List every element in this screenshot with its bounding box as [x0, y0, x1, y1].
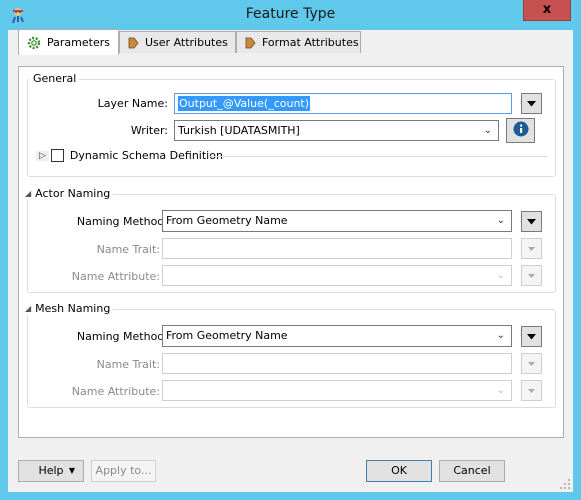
mesh-naming-group-title[interactable]: ◢ Mesh Naming: [22, 302, 114, 315]
writer-info-button[interactable]: [506, 118, 535, 143]
chevron-down-icon: ⌄: [483, 125, 492, 136]
tab-label: Format Attributes: [262, 36, 359, 49]
actor-naming-group-title[interactable]: ◢ Actor Naming: [22, 187, 114, 200]
mesh-naming-method-label: Naming Method:: [76, 330, 168, 343]
actor-naming-method-select[interactable]: From Geometry Name ⌄: [162, 210, 512, 232]
actor-naming-method-label: Naming Method:: [76, 215, 168, 228]
actor-name-trait-input[interactable]: [162, 238, 512, 259]
actor-naming-method-value: From Geometry Name: [166, 214, 288, 227]
close-button[interactable]: x: [523, 0, 571, 21]
group-title-text: Mesh Naming: [35, 302, 111, 315]
collapse-triangle-icon: ◢: [25, 304, 32, 313]
help-button[interactable]: Help ▼: [18, 460, 84, 482]
dropdown-arrow-icon: [527, 215, 536, 228]
actor-naming-method-menu-button[interactable]: [521, 211, 542, 232]
mesh-name-trait-menu-button[interactable]: [521, 353, 542, 374]
apply-to-button[interactable]: Apply to...: [91, 460, 156, 482]
dropdown-arrow-icon: [527, 269, 536, 282]
arrow-tag-icon: [128, 37, 139, 49]
general-group: General Layer Name: Output_@Value(_count…: [27, 72, 556, 177]
gear-icon: [27, 36, 41, 50]
window-title: Feature Type: [245, 6, 336, 22]
tab-format-attributes[interactable]: Format Attributes: [236, 31, 361, 53]
mesh-naming-method-menu-button[interactable]: [521, 326, 542, 347]
layer-name-value: Output_@Value(_count): [178, 96, 311, 111]
mesh-name-trait-label: Name Trait:: [96, 358, 160, 371]
collapse-triangle-icon: ◢: [25, 189, 32, 198]
actor-name-trait-label: Name Trait:: [96, 243, 160, 256]
dynamic-schema-label: Dynamic Schema Definition: [69, 149, 223, 162]
mesh-naming-method-value: From Geometry Name: [166, 329, 288, 342]
general-group-title: General: [30, 72, 80, 85]
tab-parameters[interactable]: Parameters: [18, 29, 119, 55]
dynamic-schema-row: ▷ Dynamic Schema Definition: [36, 149, 223, 162]
dropdown-arrow-icon: [527, 357, 536, 370]
mesh-name-attribute-label: Name Attribute:: [71, 385, 160, 398]
mesh-naming-method-select[interactable]: From Geometry Name ⌄: [162, 325, 512, 347]
layer-name-input[interactable]: Output_@Value(_count): [174, 93, 512, 114]
mesh-name-attribute-select[interactable]: ⌄: [162, 380, 512, 401]
writer-value: Turkish [UDATASMITH]: [178, 124, 300, 137]
chevron-down-icon: ⌄: [496, 330, 505, 341]
actor-name-trait-menu-button[interactable]: [521, 238, 542, 259]
mesh-naming-group: ◢ Mesh Naming Naming Method: From Geomet…: [22, 302, 556, 408]
chevron-down-icon: ⌄: [496, 215, 505, 226]
dropdown-arrow-icon: [527, 97, 536, 110]
actor-name-attribute-menu-button[interactable]: [521, 265, 542, 286]
dropdown-arrow-icon: [527, 242, 536, 255]
expand-triangle-icon[interactable]: ▷: [36, 150, 49, 161]
actor-name-attribute-select[interactable]: ⌄: [162, 265, 512, 286]
dropdown-arrow-icon: ▼: [68, 466, 75, 475]
help-button-label: Help: [38, 464, 64, 477]
parameters-panel: General Layer Name: Output_@Value(_count…: [18, 66, 564, 438]
group-title-text: General: [33, 72, 77, 85]
ok-button[interactable]: OK: [366, 460, 432, 482]
mesh-name-attribute-menu-button[interactable]: [521, 380, 542, 401]
actor-name-attribute-label: Name Attribute:: [71, 270, 160, 283]
dialog-client-area: Parameters User Attributes Format Attrib…: [8, 29, 573, 492]
chevron-down-icon: ⌄: [496, 270, 505, 281]
group-title-text: Actor Naming: [35, 187, 111, 200]
tab-user-attributes[interactable]: User Attributes: [119, 31, 236, 53]
mesh-name-trait-input[interactable]: [162, 353, 512, 374]
tab-label: Parameters: [47, 36, 110, 49]
tab-label: User Attributes: [145, 36, 228, 49]
dropdown-arrow-icon: [527, 384, 536, 397]
writer-select[interactable]: Turkish [UDATASMITH] ⌄: [174, 120, 499, 141]
info-icon: [513, 121, 529, 140]
dropdown-arrow-icon: [527, 330, 536, 343]
resize-grip-icon[interactable]: [560, 479, 570, 489]
title-bar[interactable]: Feature Type x: [0, 0, 581, 30]
cancel-button[interactable]: Cancel: [439, 460, 505, 482]
feature-type-dialog: Feature Type x Parameters User Attribute…: [0, 0, 581, 500]
actor-naming-group: ◢ Actor Naming Naming Method: From Geome…: [22, 187, 556, 293]
divider: [208, 156, 547, 157]
dynamic-schema-checkbox[interactable]: [50, 149, 64, 162]
layer-name-menu-button[interactable]: [521, 93, 542, 114]
writer-label: Writer:: [130, 124, 168, 137]
layer-name-label: Layer Name:: [97, 97, 168, 110]
chevron-down-icon: ⌄: [496, 385, 505, 396]
arrow-tag-icon: [245, 37, 256, 49]
